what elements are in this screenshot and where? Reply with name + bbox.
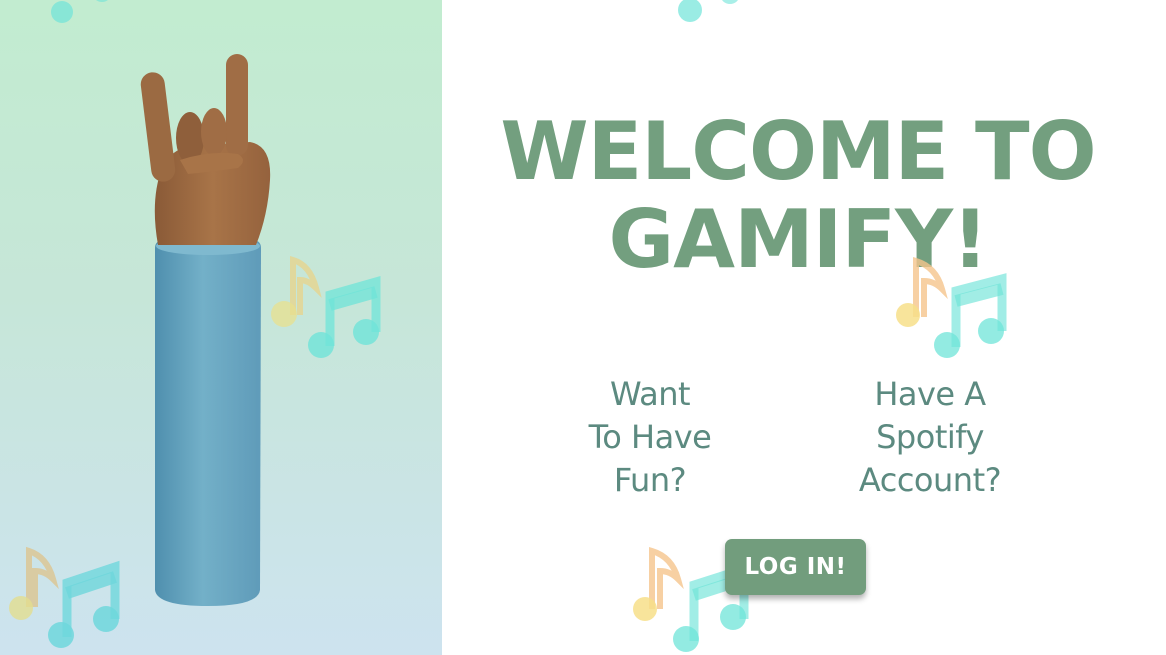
welcome-page: WELCOME TO GAMIFY! Want To Have Fun? Hav… — [0, 0, 1166, 655]
music-notes-icon — [678, 0, 738, 22]
title-line-2: GAMIFY! — [608, 193, 988, 286]
spotify-question: Have A Spotify Account? — [830, 373, 1030, 502]
question-line: Have A — [874, 375, 986, 413]
music-notes-icon — [896, 256, 1007, 358]
hero-image-panel — [0, 0, 442, 655]
music-notes-icon — [271, 255, 381, 358]
question-line: Account? — [858, 461, 1002, 499]
question-line: Spotify — [876, 418, 984, 456]
question-line: To Have — [588, 418, 712, 456]
page-title: WELCOME TO GAMIFY! — [442, 108, 1154, 284]
music-notes-icon — [51, 0, 108, 23]
music-notes-icon — [9, 546, 120, 648]
rock-on-hand-icon — [140, 54, 271, 606]
question-line: Fun? — [613, 461, 687, 499]
title-line-1: WELCOME TO — [500, 105, 1096, 198]
fun-question: Want To Have Fun? — [560, 373, 740, 502]
question-line: Want — [609, 375, 691, 413]
login-button[interactable]: LOG IN! — [725, 539, 866, 595]
